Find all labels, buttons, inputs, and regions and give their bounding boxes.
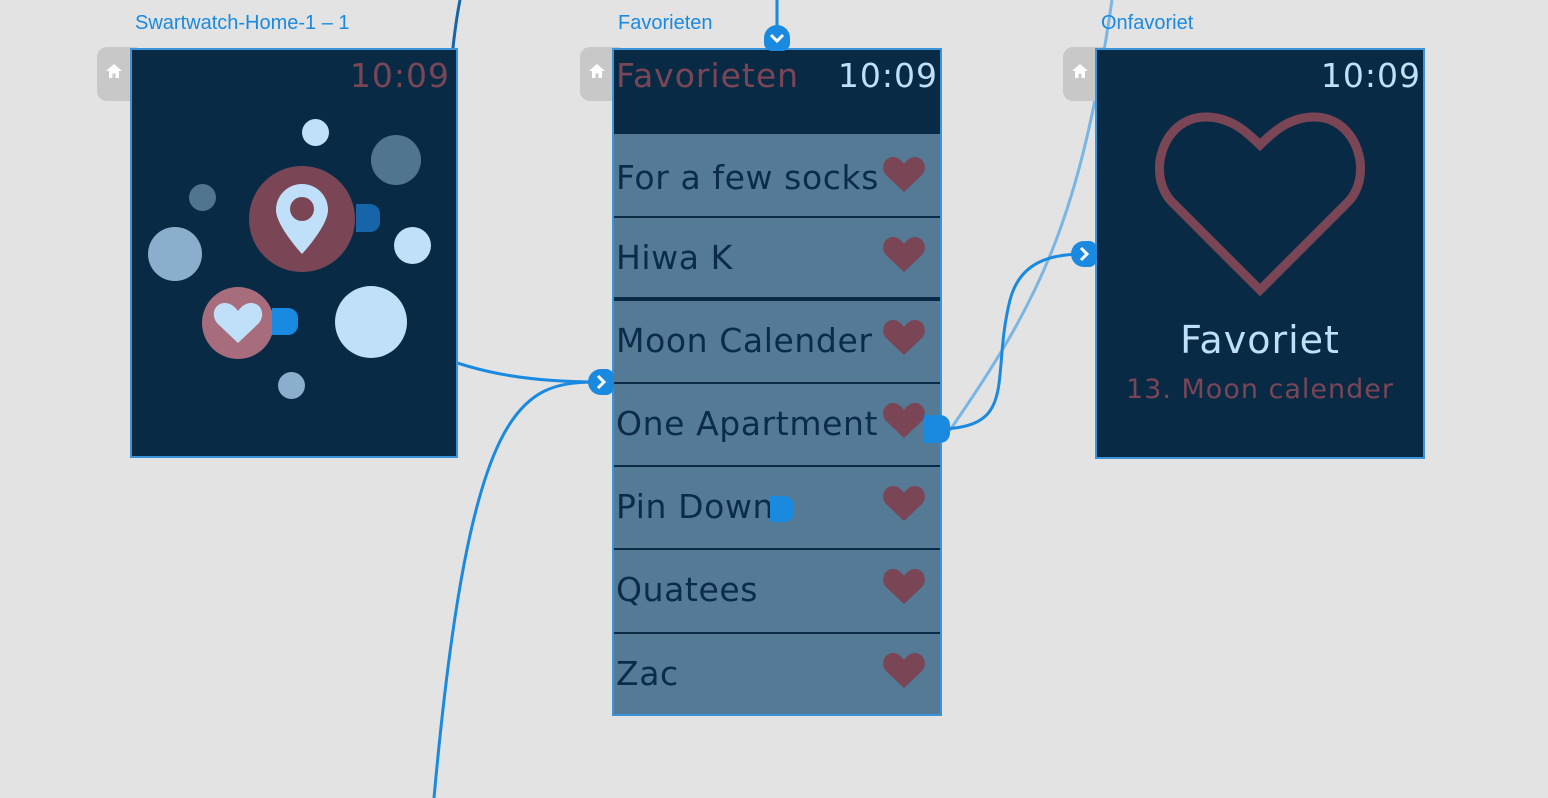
favoriet-heading: Favoriet xyxy=(1180,318,1340,362)
artboard-label-favorieten[interactable]: Favorieten xyxy=(618,12,713,35)
wire-one-apartment-to-onfavoriet xyxy=(935,252,1085,431)
bubble xyxy=(335,286,407,358)
heart-icon[interactable] xyxy=(882,566,926,606)
artboard-label-onfavoriet[interactable]: Onfavoriet xyxy=(1101,12,1193,35)
heart-icon[interactable] xyxy=(882,317,926,357)
watch-screen-favorieten[interactable]: Favorieten 10:09 For a few socks Hiwa K … xyxy=(612,48,942,716)
heart-icon[interactable] xyxy=(882,400,926,440)
list-item[interactable]: Hiwa K xyxy=(614,218,940,299)
list-item[interactable]: Quatees xyxy=(614,550,940,634)
heart-icon xyxy=(213,303,263,343)
watch-time: 10:09 xyxy=(1320,56,1421,95)
bubble xyxy=(371,135,421,185)
incoming-link-badge-onfavoriet[interactable] xyxy=(1071,241,1097,267)
screen-title: Favorieten xyxy=(616,56,800,95)
heart-icon[interactable] xyxy=(882,154,926,194)
bubble xyxy=(148,227,202,281)
watch-screen-onfavoriet[interactable]: 10:09 Favoriet 13. Moon calender xyxy=(1095,48,1425,459)
location-pin-icon xyxy=(276,184,328,254)
bubble xyxy=(394,227,431,264)
bubble xyxy=(302,119,329,146)
home-icon xyxy=(589,64,605,78)
link-handle-location[interactable] xyxy=(356,204,380,232)
list-item-label: One Apartment xyxy=(616,404,879,443)
list-item-label: For a few socks xyxy=(616,158,879,197)
watch-time: 10:09 xyxy=(837,56,938,95)
link-handle-pin-down[interactable] xyxy=(770,496,794,522)
home-icon xyxy=(106,64,122,78)
location-bubble-button[interactable] xyxy=(249,166,355,272)
incoming-link-badge-top[interactable] xyxy=(764,25,790,51)
list-item-label: Zac xyxy=(616,654,679,693)
heart-icon[interactable] xyxy=(882,483,926,523)
artboard-label-home[interactable]: Swartwatch-Home-1 – 1 xyxy=(135,12,350,35)
watch-time: 10:09 xyxy=(349,56,450,95)
heart-outline-icon[interactable] xyxy=(1150,105,1370,305)
heart-icon[interactable] xyxy=(882,234,926,274)
list-item-label: Moon Calender xyxy=(616,321,873,360)
bubble xyxy=(278,372,305,399)
list-item[interactable]: Moon Calender xyxy=(614,301,940,384)
chevron-right-icon xyxy=(596,374,607,390)
favorites-bubble-button[interactable] xyxy=(202,287,274,359)
bubble xyxy=(189,184,216,211)
incoming-link-badge-left[interactable] xyxy=(588,369,614,395)
link-handle-favorites[interactable] xyxy=(272,308,298,335)
favoriet-subheading: 13. Moon calender xyxy=(1125,374,1394,405)
list-item[interactable]: For a few socks xyxy=(614,134,940,218)
list-item-label: Hiwa K xyxy=(616,238,733,277)
list-item[interactable]: One Apartment xyxy=(614,384,940,467)
chevron-right-icon xyxy=(1079,246,1090,262)
list-item-label: Pin Down xyxy=(616,487,775,526)
heart-icon[interactable] xyxy=(882,650,926,690)
chevron-down-icon xyxy=(769,33,785,44)
home-icon xyxy=(1072,64,1088,78)
link-handle-one-apartment[interactable] xyxy=(924,415,950,443)
watch-screen-home[interactable]: 10:09 xyxy=(130,48,458,458)
wire-bottom-to-favorieten xyxy=(432,380,599,798)
list-item-label: Quatees xyxy=(616,570,759,609)
list-item[interactable]: Zac xyxy=(614,634,940,714)
